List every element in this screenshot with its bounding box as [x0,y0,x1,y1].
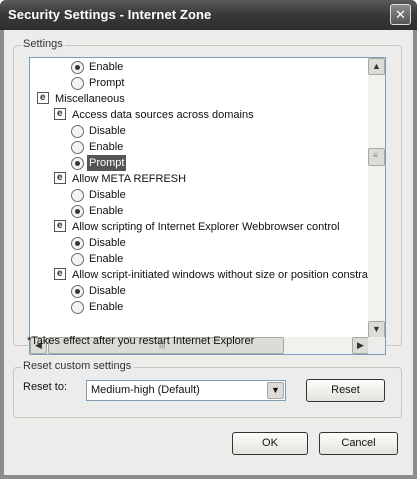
radio-unchecked-icon[interactable] [71,189,84,202]
radio-checked-icon[interactable] [71,61,84,74]
scrollbar-corner [368,337,385,354]
radio-checked-icon[interactable] [71,205,84,218]
row-label: Enable [89,205,124,217]
reset-to-label: Reset to: [23,381,68,393]
setting-node-icon [54,218,66,234]
scroll-right-button[interactable]: ▶ [352,337,369,354]
dialog-body: Settings Enable Prompt Miscellaneous Access… [4,30,413,475]
cancel-button[interactable]: Cancel [319,432,398,455]
chevron-down-icon[interactable]: ▼ [267,382,284,399]
reset-button[interactable]: Reset [306,379,385,402]
vertical-scroll-thumb[interactable]: ≡ [368,148,385,166]
radio-unchecked-icon[interactable] [71,77,84,90]
close-button[interactable]: ✕ [390,4,411,25]
scroll-down-button[interactable]: ▼ [368,321,385,338]
radio-checked-icon[interactable] [71,157,84,170]
row-label: Prompt [87,155,127,171]
security-settings-dialog: Security Settings - Internet Zone ✕ Sett… [0,0,417,479]
title-bar[interactable]: Security Settings - Internet Zone ✕ [0,0,417,30]
radio-unchecked-icon[interactable] [71,253,84,266]
row-label: Allow META REFRESH [72,173,187,185]
radio-unchecked-icon[interactable] [71,301,84,314]
reset-legend: Reset custom settings [21,360,134,372]
restart-note: *Takes effect after you restart Internet… [27,335,255,347]
radio-unchecked-icon[interactable] [71,141,84,154]
row-label: Prompt [89,77,125,89]
thumb-grip-icon: ≡ [373,151,378,160]
row-label: Access data sources across domains [72,109,254,121]
row-label: Enable [89,253,124,265]
settings-tree-listbox[interactable]: Enable Prompt Miscellaneous Access data sou… [29,57,386,355]
row-label: Allow scripting of Internet Explorer Web… [72,221,340,233]
reset-level-select[interactable]: Medium-high (Default) ▼ [86,380,286,401]
row-label: Enable [89,301,124,313]
radio-checked-icon[interactable] [71,237,84,250]
row-label: Enable [89,61,124,73]
window-title: Security Settings - Internet Zone [8,7,212,22]
scroll-up-button[interactable]: ▲ [368,58,385,75]
row-label: Disable [89,285,126,297]
vertical-scrollbar[interactable]: ▲ ≡ ▼ [368,58,385,338]
reset-level-value: Medium-high (Default) [91,384,200,396]
setting-node-icon [54,266,66,282]
radio-checked-icon[interactable] [71,285,84,298]
setting-node-icon [54,106,66,122]
ok-button[interactable]: OK [232,432,308,455]
settings-tree-rows: Enable Prompt Miscellaneous Access data sou… [30,58,369,338]
row-label: Disable [89,125,126,137]
row-label: Miscellaneous [55,93,125,105]
row-label: Disable [89,237,126,249]
setting-node-icon [37,90,49,106]
settings-legend: Settings [21,38,65,50]
setting-node-icon [54,170,66,186]
row-label: Enable [89,141,124,153]
row-label: Allow script-initiated windows without s… [72,269,369,281]
radio-unchecked-icon[interactable] [71,125,84,138]
row-label: Disable [89,189,126,201]
